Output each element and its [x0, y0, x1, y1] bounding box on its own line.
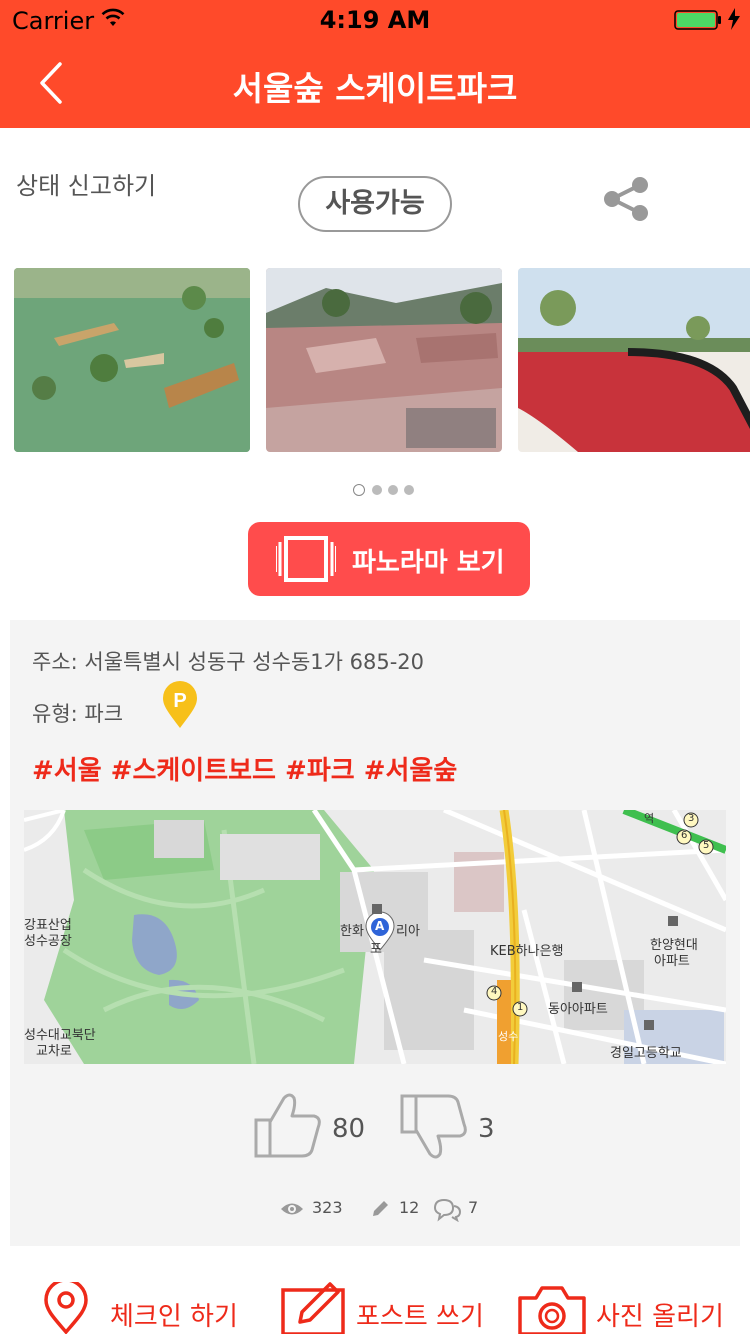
- parking-marker-icon: P: [163, 681, 197, 728]
- map-label: 5: [703, 840, 710, 851]
- upload-photo-button[interactable]: 사진 올리기: [516, 1262, 746, 1334]
- map-label: 리아: [396, 924, 420, 939]
- map-label: KEB하나은행: [490, 944, 564, 959]
- charging-icon: [728, 8, 740, 30]
- location-pin-icon: [44, 1282, 88, 1334]
- comment-count: 7: [468, 1198, 479, 1217]
- map-label: 아파트: [654, 954, 690, 969]
- clock: 4:19 AM: [319, 6, 431, 34]
- camera-icon: [518, 1286, 586, 1334]
- page-dot[interactable]: [372, 485, 382, 495]
- map-label: 3: [688, 813, 695, 824]
- hashtags[interactable]: #서울 #스케이트보드 #파크 #서울숲: [32, 750, 457, 787]
- status-bar: Carrier 4:19 AM: [0, 0, 750, 40]
- gallery-photo-2[interactable]: [266, 268, 502, 452]
- checkin-button[interactable]: 체크인 하기: [36, 1262, 246, 1334]
- thumbs-up-icon[interactable]: [252, 1090, 324, 1160]
- map-label: 한화: [340, 924, 364, 939]
- map-label: 동아아파트: [548, 1002, 608, 1017]
- panorama-label: 파노라마 보기: [352, 548, 505, 578]
- panorama-icon: [276, 536, 336, 582]
- write-post-label: 포스트 쓰기: [356, 1302, 484, 1332]
- map-label: 포: [370, 942, 382, 957]
- type-text: 유형: 파크: [32, 702, 124, 726]
- share-icon[interactable]: [602, 176, 650, 222]
- bottom-action-bar: 체크인 하기 포스트 쓰기 사진 올리기: [0, 1262, 750, 1334]
- eye-icon: [281, 1203, 303, 1215]
- map-label: 성수공장: [24, 934, 72, 949]
- status-badge: 사용가능: [298, 176, 452, 232]
- battery-icon: [674, 10, 721, 30]
- map-label: 6: [681, 830, 688, 841]
- map-label: 역: [644, 812, 655, 825]
- page-dot[interactable]: [353, 484, 365, 496]
- nav-bar: 서울숲 스케이트파크: [0, 40, 750, 128]
- write-post-button[interactable]: 포스트 쓰기: [280, 1262, 490, 1334]
- dislike-count: 3: [478, 1114, 495, 1144]
- thumbs-down-icon[interactable]: [398, 1092, 470, 1162]
- gallery-photo-3[interactable]: [518, 268, 750, 452]
- map-marker-letter: A: [375, 919, 385, 933]
- report-status-link[interactable]: 상태 신고하기: [16, 166, 156, 201]
- map-label: 4: [491, 986, 498, 997]
- address-text: 주소: 서울특별시 성동구 성수동1가 685-20: [32, 650, 424, 674]
- comments-icon: [433, 1198, 462, 1222]
- edit-icon: [281, 1282, 345, 1334]
- page-dot[interactable]: [388, 485, 398, 495]
- map-label: 경일고등학교: [610, 1046, 682, 1061]
- panorama-button[interactable]: 파노라마 보기: [248, 522, 530, 596]
- location-map[interactable]: A 한화 리아 포 KEB하나은행 한양현대 아파트 동아아파트 경일고등학교 …: [24, 810, 726, 1064]
- map-label: 교차로: [36, 1044, 72, 1059]
- checkin-label: 체크인 하기: [110, 1302, 238, 1332]
- map-label: 성수: [498, 1030, 519, 1043]
- gallery-photo-1[interactable]: [14, 268, 250, 452]
- like-count: 80: [332, 1114, 366, 1144]
- map-label: 1: [517, 1002, 524, 1013]
- upload-photo-label: 사진 올리기: [596, 1302, 724, 1332]
- view-count: 323: [312, 1198, 343, 1217]
- pencil-icon: [373, 1201, 388, 1216]
- post-count: 12: [399, 1198, 420, 1217]
- info-panel: 주소: 서울특별시 성동구 성수동1가 685-20 유형: 파크 P #서울 …: [10, 620, 740, 1246]
- page-title: 서울숲 스케이트파크: [232, 69, 518, 108]
- parking-letter: P: [173, 690, 186, 712]
- page-dot[interactable]: [404, 485, 414, 495]
